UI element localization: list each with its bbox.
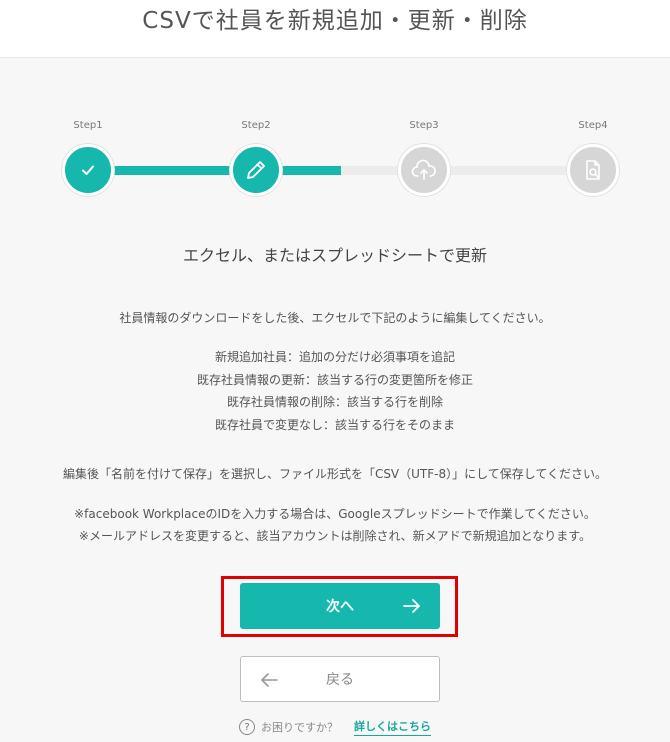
note-workplace: ※facebook WorkplaceのIDを入力する場合は、Googleスプレ… — [74, 507, 596, 521]
note-email: ※メールアドレスを変更すると、該当アカウントは削除され、新メアドで新規追加となり… — [78, 529, 592, 543]
section-subtitle: エクセル、またはスプレッドシートで更新 — [182, 246, 487, 265]
intro-line: 社員情報のダウンロードをした後、エクセルで下記のように編集してください。 — [119, 311, 551, 325]
pencil-icon — [247, 161, 265, 179]
intro-text: 社員情報のダウンロードをした後、エクセルで下記のように編集してください。 — [0, 307, 670, 330]
step-3-label: Step3 — [409, 120, 439, 131]
rule-unchanged: 既存社員で変更なし：該当する行をそのまま — [214, 417, 455, 432]
question-icon: ? — [239, 719, 255, 735]
back-button[interactable]: 戻る — [240, 656, 440, 702]
stepper-progress — [88, 166, 341, 175]
next-button[interactable]: 次へ — [240, 583, 440, 629]
page-header: CSVで社員を新規追加・更新・削除 — [0, 0, 670, 58]
check-icon — [82, 165, 94, 175]
step-1-label: Step1 — [73, 120, 103, 131]
step-4-label: Step4 — [578, 120, 608, 131]
notes: ※facebook WorkplaceのIDを入力する場合は、Googleスプレ… — [0, 503, 670, 547]
rule-delete: 既存社員情報の削除：該当する行を削除 — [226, 395, 443, 409]
step-1-circle — [62, 144, 114, 196]
page-title: CSVで社員を新規追加・更新・削除 — [142, 8, 528, 34]
step-4-circle — [567, 144, 619, 196]
cloud-upload-icon — [411, 159, 436, 180]
stepper: Step1 Step2 Step3 Step4 — [0, 118, 670, 198]
step-2-circle — [230, 144, 282, 196]
rule-new: 新規追加社員：追加の分だけ必須事項を追記 — [214, 350, 455, 364]
arrow-left-icon — [261, 673, 278, 687]
back-button-label: 戻る — [326, 672, 354, 688]
edit-rules: 新規追加社員：追加の分だけ必須事項を追記 既存社員情報の更新：該当する行の変更箇… — [0, 346, 670, 436]
arrow-right-icon — [403, 599, 420, 613]
rule-update: 既存社員情報の更新：該当する行の変更箇所を修正 — [196, 372, 473, 387]
step-2-label: Step2 — [241, 120, 271, 131]
help-question: お困りですか？ — [261, 721, 338, 734]
file-search-icon — [586, 160, 600, 180]
help-link[interactable]: 詳しくはこちら — [354, 718, 431, 736]
next-button-label: 次へ — [326, 599, 354, 615]
help-area: ? お困りですか？ 詳しくはこちら — [0, 718, 670, 736]
save-instructions: 編集後「名前を付けて保存」を選択し、ファイル形式を「CSV（UTF-8）」にして… — [0, 463, 670, 486]
step-3-circle — [398, 144, 450, 196]
save-note: 編集後「名前を付けて保存」を選択し、ファイル形式を「CSV（UTF-8）」にして… — [62, 467, 608, 481]
